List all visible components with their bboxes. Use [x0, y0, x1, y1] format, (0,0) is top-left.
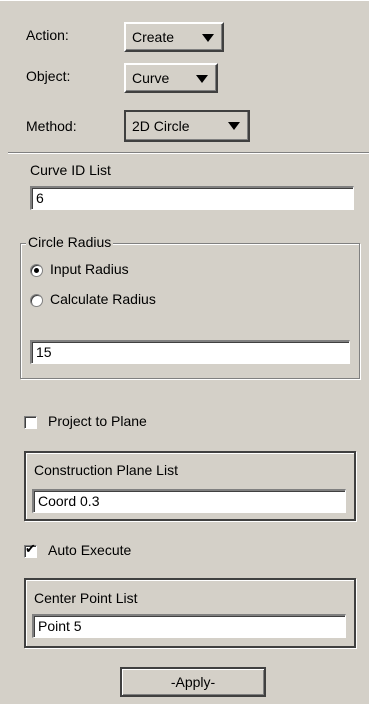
construction-plane-list-label: Construction Plane List — [34, 462, 178, 478]
construction-plane-list-field[interactable]: Coord 0.3 — [32, 489, 346, 513]
apply-button[interactable]: -Apply- — [120, 667, 266, 697]
chevron-down-icon — [202, 34, 214, 42]
input-radius-label: Input Radius — [50, 261, 129, 277]
project-to-plane-checkbox[interactable] — [24, 416, 37, 429]
chevron-down-icon — [228, 122, 240, 130]
construction-plane-list-value: Coord 0.3 — [38, 493, 100, 509]
calculate-radius-radio[interactable] — [30, 294, 43, 307]
center-point-list-field[interactable]: Point 5 — [32, 614, 346, 638]
object-label: Object: — [26, 68, 71, 84]
center-point-list-label: Center Point List — [34, 590, 138, 606]
curve-id-list-value: 6 — [36, 190, 44, 206]
action-dropdown[interactable]: Create — [124, 22, 224, 52]
method-label: Method: — [26, 118, 77, 134]
object-dropdown[interactable]: Curve — [124, 63, 218, 93]
object-dropdown-value: Curve — [132, 70, 170, 86]
input-radius-radio[interactable] — [30, 264, 43, 277]
auto-execute-label: Auto Execute — [48, 542, 132, 558]
chevron-down-icon — [196, 75, 208, 83]
project-to-plane-label: Project to Plane — [48, 413, 147, 429]
method-dropdown[interactable]: 2D Circle — [124, 110, 250, 142]
curve-id-list-label: Curve ID List — [30, 162, 111, 178]
action-label: Action: — [26, 27, 69, 43]
radius-value: 15 — [36, 344, 52, 360]
section-separator — [8, 152, 369, 154]
auto-execute-checkbox[interactable]: ✔ — [24, 542, 37, 558]
curve-id-list-field[interactable]: 6 — [30, 186, 354, 210]
action-dropdown-value: Create — [132, 29, 175, 45]
checkmark-icon: ✔ — [25, 542, 36, 557]
radius-value-field[interactable]: 15 — [30, 340, 350, 364]
top-separator — [0, 0, 369, 1]
radio-selected-dot — [34, 268, 39, 273]
center-point-list-value: Point 5 — [38, 618, 82, 634]
calculate-radius-label: Calculate Radius — [50, 291, 156, 307]
method-dropdown-value: 2D Circle — [132, 118, 190, 134]
apply-button-label: -Apply- — [170, 674, 216, 690]
circle-radius-group-label: Circle Radius — [26, 234, 114, 250]
